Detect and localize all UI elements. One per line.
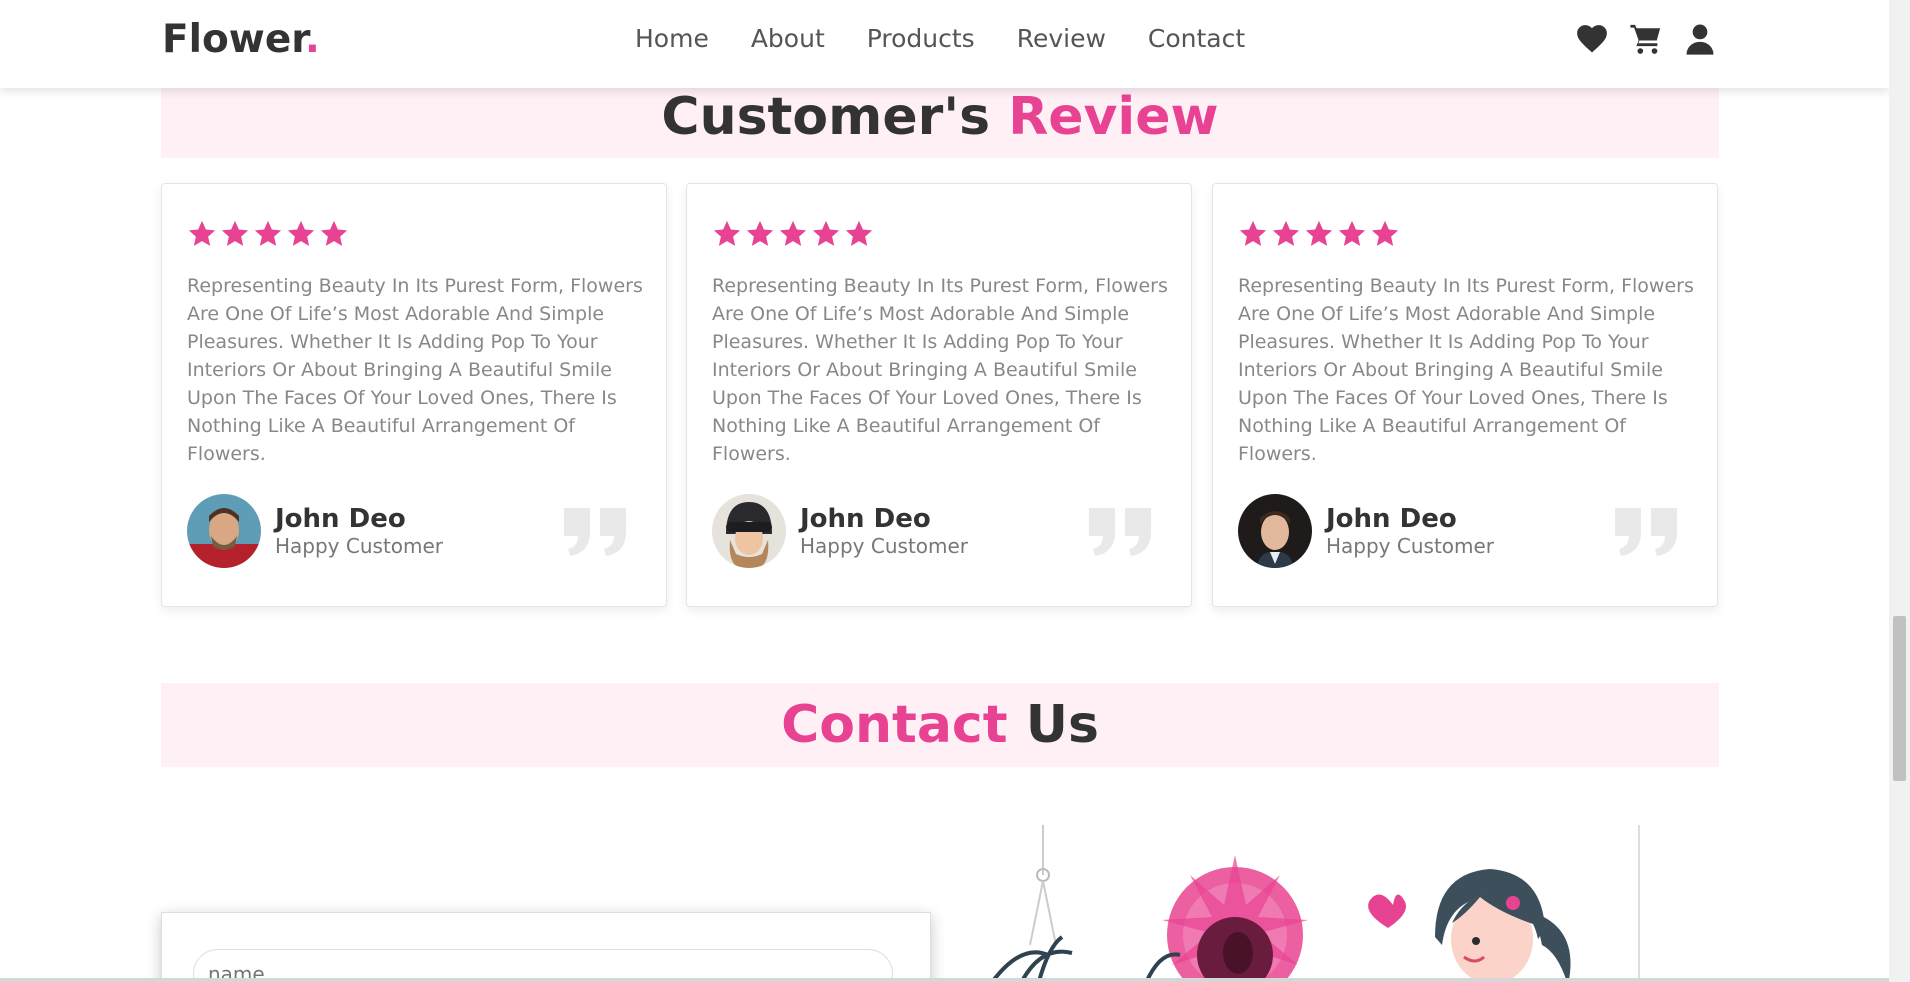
star-icon <box>713 220 741 246</box>
reviewer-role: Happy Customer <box>275 534 444 558</box>
reviewer-role: Happy Customer <box>1326 534 1495 558</box>
quote-icon <box>1089 508 1151 556</box>
contact-illustration <box>989 825 1640 982</box>
reviewer-name: John Deo <box>1326 504 1457 534</box>
scrollbar-thumb[interactable] <box>1893 616 1906 781</box>
nav-about[interactable]: About <box>751 24 825 53</box>
nav-contact[interactable]: Contact <box>1148 24 1245 53</box>
reviewer: John Deo Happy Customer <box>187 494 443 568</box>
user-icon[interactable] <box>1683 22 1717 56</box>
star-icon <box>845 220 873 246</box>
nav-review[interactable]: Review <box>1017 24 1106 53</box>
reviewer: John Deo Happy Customer <box>712 494 968 568</box>
star-icon <box>1371 220 1399 246</box>
nav-products[interactable]: Products <box>867 24 975 53</box>
avatar <box>712 494 786 568</box>
review-heading-part1: Customer's <box>661 87 991 147</box>
vertical-scrollbar[interactable] <box>1889 0 1910 982</box>
star-icon <box>188 220 216 246</box>
star-icon <box>254 220 282 246</box>
star-icon <box>779 220 807 246</box>
logo-text: Flower <box>162 17 305 62</box>
quote-icon <box>1615 508 1677 556</box>
star-icon <box>287 220 315 246</box>
nav-home[interactable]: Home <box>635 24 709 53</box>
reviewer: John Deo Happy Customer <box>1238 494 1494 568</box>
review-heading: Customer's Review <box>161 88 1719 158</box>
review-card: Representing Beauty In Its Purest Form, … <box>161 183 667 607</box>
star-icon <box>221 220 249 246</box>
star-icon <box>1305 220 1333 246</box>
contact-heading-part2: Us <box>1025 695 1099 755</box>
reviewer-name: John Deo <box>275 504 406 534</box>
star-icon <box>812 220 840 246</box>
star-rating <box>1238 219 1400 249</box>
page: Flower. Home About Products Review Conta… <box>0 0 1889 982</box>
review-card: Representing Beauty In Its Purest Form, … <box>1212 183 1718 607</box>
star-rating <box>712 219 874 249</box>
site-header: Flower. Home About Products Review Conta… <box>0 0 1889 88</box>
review-text: Representing Beauty In Its Purest Form, … <box>187 275 643 465</box>
header-icons <box>1575 22 1717 56</box>
star-icon <box>746 220 774 246</box>
star-icon <box>1239 220 1267 246</box>
cart-icon[interactable] <box>1629 22 1663 56</box>
contact-heading: Contact Us <box>161 683 1719 767</box>
contact-form <box>161 912 931 982</box>
contact-heading-part1: Contact <box>781 695 1008 755</box>
reviewer-role: Happy Customer <box>800 534 969 558</box>
reviewer-name: John Deo <box>800 504 931 534</box>
main-nav: Home About Products Review Contact <box>635 24 1287 53</box>
star-icon <box>1272 220 1300 246</box>
star-icon <box>320 220 348 246</box>
star-icon <box>1338 220 1366 246</box>
review-card: Representing Beauty In Its Purest Form, … <box>686 183 1192 607</box>
avatar <box>187 494 261 568</box>
viewport-edge <box>0 978 1889 982</box>
review-text: Representing Beauty In Its Purest Form, … <box>712 275 1168 465</box>
quote-icon <box>564 508 626 556</box>
logo[interactable]: Flower. <box>162 17 320 62</box>
review-heading-part2: Review <box>1008 87 1219 147</box>
heart-icon[interactable] <box>1575 22 1609 56</box>
review-text: Representing Beauty In Its Purest Form, … <box>1238 275 1694 465</box>
star-rating <box>187 219 349 249</box>
logo-dot: . <box>304 17 320 62</box>
avatar <box>1238 494 1312 568</box>
